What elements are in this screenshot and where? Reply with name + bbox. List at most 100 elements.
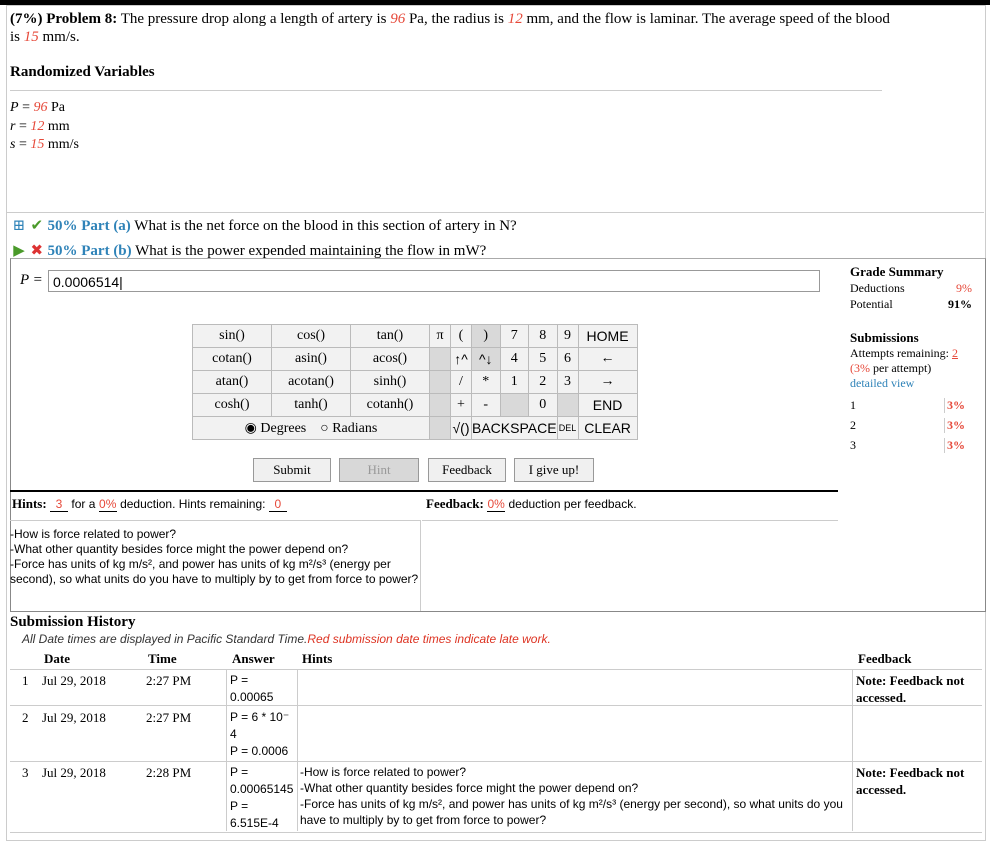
- detailed-view-link[interactable]: detailed view: [850, 376, 972, 391]
- row-feedback: Note: Feedback not accessed.: [856, 765, 965, 797]
- angle-mode: ◉ Degrees ○ Radians: [192, 416, 430, 440]
- divide-button[interactable]: /: [450, 370, 472, 394]
- hint-item: -Force has units of kg m/s², and power h…: [10, 557, 419, 586]
- row-answer: P = 0.00065: [230, 673, 274, 704]
- randomized-variables-title: Randomized Variables: [10, 64, 155, 80]
- row-time: 2:28 PM: [146, 765, 192, 780]
- divider: [10, 90, 882, 91]
- tan-button[interactable]: tan(): [350, 324, 430, 348]
- hint-item: -How is force related to power?: [10, 527, 177, 541]
- pressure-value: 96: [390, 11, 406, 27]
- minus-button[interactable]: -: [471, 393, 501, 417]
- multiply-button[interactable]: *: [471, 370, 501, 394]
- row-feedback: Note: Feedback not accessed.: [856, 673, 965, 705]
- problem-weight: (7%): [10, 11, 43, 27]
- deductions-label: Deductions: [850, 281, 905, 295]
- feedback-box: [422, 520, 838, 611]
- potential-label: Potential: [850, 297, 893, 311]
- nine-button[interactable]: 9: [556, 324, 579, 348]
- down-caret-button[interactable]: ^↓: [471, 347, 501, 371]
- problem-statement: (7%) Problem 8: The pressure drop along …: [10, 10, 890, 46]
- col-date: Date: [44, 651, 70, 666]
- sqrt-button[interactable]: √(): [450, 416, 472, 440]
- left-paren-button[interactable]: (: [450, 324, 472, 348]
- row-time: 2:27 PM: [146, 673, 192, 688]
- end-button[interactable]: END: [577, 393, 638, 417]
- three-button[interactable]: 3: [556, 370, 579, 394]
- up-caret-button[interactable]: ↑^: [450, 347, 472, 371]
- part-a-weight: 50% Part (a): [47, 218, 131, 234]
- grade-summary-title: Grade Summary: [850, 264, 944, 279]
- answer-input[interactable]: 0.0006514|: [48, 270, 820, 292]
- divider: [297, 669, 298, 831]
- calculator-keypad: sin() cos() tan() π ( ) 7 8 9 HOME cotan…: [192, 324, 638, 440]
- part-a-header[interactable]: ⊞ ✔ 50% Part (a) What is the net force o…: [12, 216, 517, 235]
- degrees-radio[interactable]: ◉ Degrees: [245, 421, 307, 436]
- row-date: Jul 29, 2018: [42, 765, 106, 780]
- cos-button[interactable]: cos(): [271, 324, 351, 348]
- tanh-button[interactable]: tanh(): [271, 393, 351, 417]
- seven-button[interactable]: 7: [499, 324, 530, 348]
- submit-button[interactable]: Submit: [253, 458, 331, 482]
- row-date: Jul 29, 2018: [42, 673, 106, 688]
- cotan-button[interactable]: cotan(): [192, 347, 272, 371]
- problem-text-1: The pressure drop along a length of arte…: [120, 11, 387, 27]
- give-up-button[interactable]: I give up!: [514, 458, 594, 482]
- one-button[interactable]: 1: [499, 370, 530, 394]
- acotan-button[interactable]: acotan(): [271, 370, 351, 394]
- per-attempt-label: per attempt): [873, 361, 932, 375]
- col-feedback: Feedback: [858, 651, 912, 666]
- radius-value: 12: [507, 11, 523, 27]
- four-button[interactable]: 4: [499, 347, 530, 371]
- plus-button[interactable]: +: [450, 393, 472, 417]
- row-hints: -How is force related to power? -What ot…: [300, 765, 843, 827]
- home-button[interactable]: HOME: [577, 324, 638, 348]
- right-paren-button[interactable]: ): [471, 324, 501, 348]
- del-button[interactable]: DEL: [556, 416, 579, 440]
- atan-button[interactable]: atan(): [192, 370, 272, 394]
- two-button[interactable]: 2: [528, 370, 558, 394]
- hints-list: -How is force related to power? -What ot…: [10, 520, 421, 611]
- row-number: 3: [22, 765, 29, 780]
- feedback-header: Feedback: 0% deduction per feedback.: [426, 496, 637, 512]
- attempts-remaining-value: 2: [951, 346, 958, 360]
- row-number: 1: [22, 673, 29, 688]
- pi-button[interactable]: π: [429, 324, 451, 348]
- submissions-title: Submissions: [850, 330, 919, 345]
- expand-icon[interactable]: ⊞: [12, 216, 26, 235]
- cotanh-button[interactable]: cotanh(): [350, 393, 430, 417]
- five-button[interactable]: 5: [528, 347, 558, 371]
- speed-value: 15: [23, 29, 39, 45]
- row-date: Jul 29, 2018: [42, 710, 106, 725]
- acos-button[interactable]: acos(): [350, 347, 430, 371]
- six-button[interactable]: 6: [556, 347, 579, 371]
- hint-button[interactable]: Hint: [339, 458, 419, 482]
- asin-button[interactable]: asin(): [271, 347, 351, 371]
- problem-text-2: Pa, the radius is: [408, 11, 504, 27]
- divider: [10, 490, 838, 492]
- cosh-button[interactable]: cosh(): [192, 393, 272, 417]
- divider: [852, 669, 853, 831]
- sin-button[interactable]: sin(): [192, 324, 272, 348]
- right-arrow-button[interactable]: →: [577, 370, 638, 394]
- part-a-question: What is the net force on the blood in th…: [134, 218, 517, 234]
- submissions-panel: Submissions Attempts remaining: 2 (3% pe…: [850, 330, 972, 391]
- feedback-button[interactable]: Feedback: [428, 458, 506, 482]
- blank-key: [429, 347, 451, 371]
- submission-history-note: All Date times are displayed in Pacific …: [22, 632, 551, 646]
- radians-radio[interactable]: ○ Radians: [320, 421, 377, 436]
- clear-button[interactable]: CLEAR: [577, 416, 638, 440]
- eight-button[interactable]: 8: [528, 324, 558, 348]
- left-arrow-button[interactable]: ←: [577, 347, 638, 371]
- zero-button[interactable]: 0: [528, 393, 558, 417]
- sinh-button[interactable]: sinh(): [350, 370, 430, 394]
- row-time: 2:27 PM: [146, 710, 192, 725]
- hint-item: -What other quantity besides force might…: [10, 542, 349, 556]
- variable-p: P = 96 Pa: [10, 100, 65, 115]
- blank-key: [429, 393, 451, 417]
- checkmark-icon: ✔: [30, 218, 44, 234]
- blank-key: [429, 416, 451, 440]
- backspace-button[interactable]: BACKSPACE: [471, 416, 558, 440]
- deductions-value: 9%: [956, 281, 972, 295]
- col-answer: Answer: [232, 651, 275, 666]
